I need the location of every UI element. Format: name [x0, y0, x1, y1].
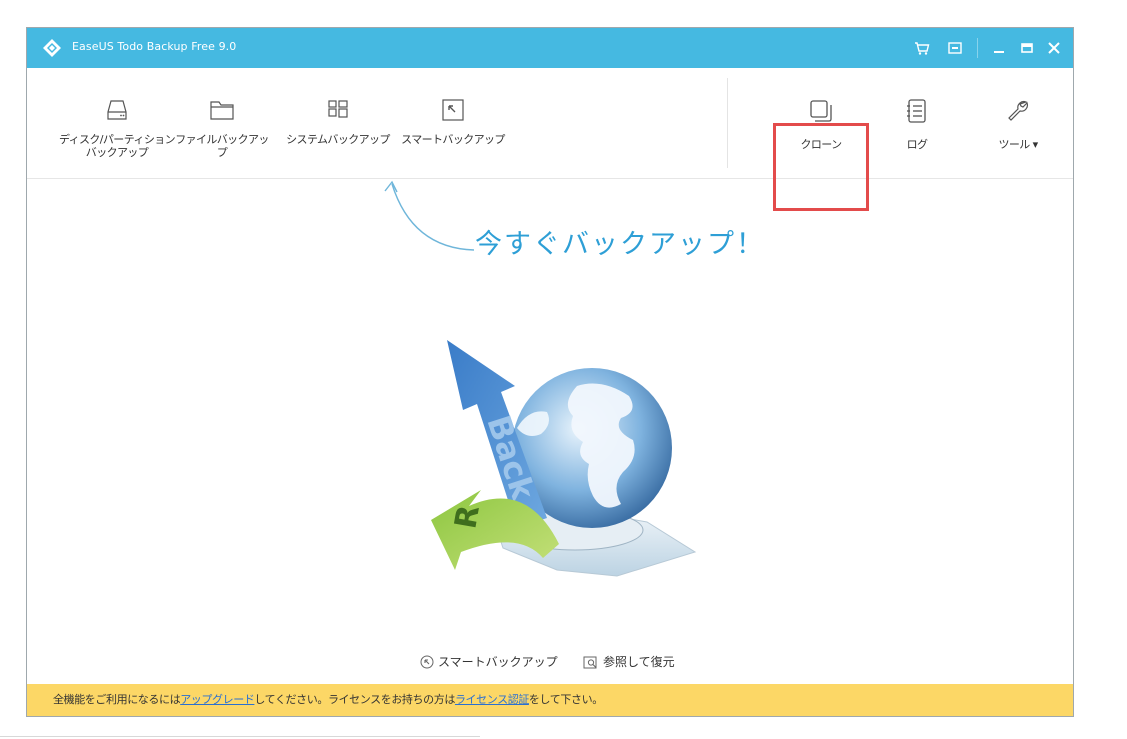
- smart-backup-link[interactable]: スマートバックアップ: [420, 653, 558, 670]
- status-text: をして下さい。: [528, 693, 603, 706]
- page-divider: [0, 736, 480, 737]
- status-text: 全機能をご利用になるには: [53, 693, 181, 706]
- app-window: EaseUS Todo Backup Free 9.0 ディスク/パーティション…: [26, 27, 1074, 717]
- backup-restore-globe-illustration: Back R: [431, 340, 697, 577]
- close-icon[interactable]: [1044, 38, 1064, 58]
- upgrade-link[interactable]: アップグレード: [180, 693, 255, 706]
- system-backup-button[interactable]: システムバックアップ: [285, 68, 391, 178]
- titlebar-separator: [977, 38, 978, 58]
- toolbar-divider: [727, 78, 728, 168]
- wrench-icon: [1008, 101, 1028, 121]
- smart-backup-link-label: スマートバックアップ: [438, 655, 558, 669]
- tool-label: ディスク/パーティション バックアップ: [58, 133, 176, 159]
- browse-restore-link-label: 参照して復元: [603, 655, 675, 669]
- browse-restore-icon: [583, 656, 597, 669]
- tool-label: ツール ▾: [998, 138, 1038, 151]
- browse-restore-link[interactable]: 参照して復元: [583, 653, 675, 670]
- folder-icon: [210, 101, 234, 120]
- smart-backup-button[interactable]: スマートバックアップ: [400, 68, 506, 178]
- clone-icon: [810, 100, 832, 122]
- tool-label: ファイルバックアップ: [175, 133, 269, 159]
- log-list-icon: [907, 99, 926, 123]
- file-backup-button[interactable]: ファイルバックアップ: [172, 68, 272, 178]
- tool-label: ログ: [906, 138, 928, 151]
- license-status-bar: 全機能をご利用になるにはアップグレードしてください。ライセンスをお持ちの方はライ…: [27, 684, 1073, 716]
- smart-backup-icon: [420, 655, 434, 669]
- easeus-logo-icon: [43, 39, 61, 57]
- disk-partition-backup-button[interactable]: ディスク/パーティション バックアップ: [47, 68, 187, 178]
- maximize-icon[interactable]: [1017, 38, 1037, 58]
- license-activation-link[interactable]: ライセンス認証: [455, 693, 529, 706]
- tools-menu-button[interactable]: ツール ▾: [977, 68, 1059, 178]
- title-bar: EaseUS Todo Backup Free 9.0: [27, 28, 1073, 68]
- main-toolbar: ディスク/パーティション バックアップ ファイルバックアップ システムバックアッ…: [27, 68, 1073, 211]
- status-text: してください。ライセンスをお持ちの方は: [254, 693, 455, 706]
- license-message: 全機能をご利用になるにはアップグレードしてください。ライセンスをお持ちの方はライ…: [53, 684, 603, 716]
- curved-hint-arrow-icon: [384, 180, 475, 251]
- log-button[interactable]: ログ: [877, 68, 957, 178]
- tool-label: スマートバックアップ: [401, 133, 505, 146]
- clone-highlight-box: [773, 123, 869, 211]
- window-title: EaseUS Todo Backup Free 9.0: [72, 40, 237, 53]
- hard-drive-icon: [107, 100, 127, 120]
- menu-box-icon[interactable]: [945, 38, 965, 58]
- minimize-icon[interactable]: [989, 38, 1009, 58]
- smart-arrow-icon: [442, 99, 464, 121]
- tool-label: システムバックアップ: [286, 133, 390, 146]
- windows-grid-icon: [328, 100, 348, 118]
- cart-icon[interactable]: [912, 38, 932, 58]
- backup-now-heading: 今すぐバックアップ！: [475, 229, 765, 260]
